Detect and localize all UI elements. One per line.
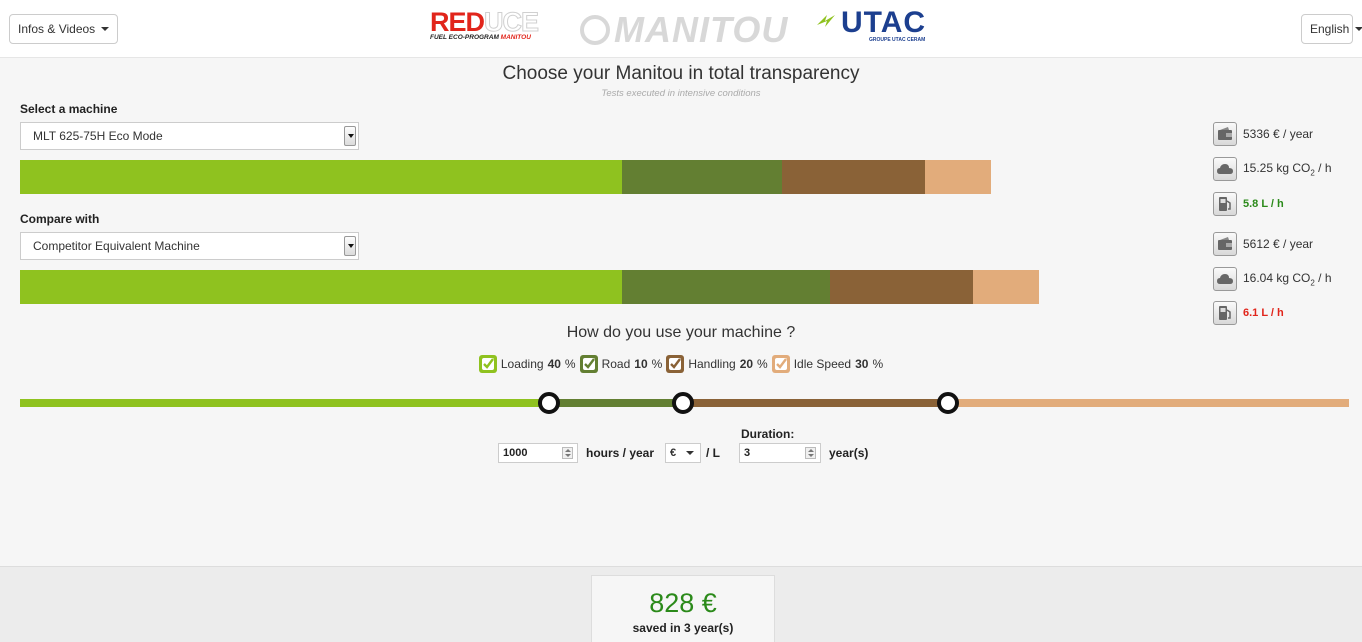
slider-handle-3[interactable]	[937, 392, 959, 414]
slider-handle-1[interactable]	[538, 392, 560, 414]
bar-segment-loading	[20, 270, 622, 304]
cloud-icon	[1213, 267, 1237, 291]
usage-handling[interactable]: Handling 20 %	[666, 355, 768, 373]
savings-caption: saved in 3 year(s)	[632, 621, 734, 635]
savings-box: 828 € saved in 3 year(s)	[591, 575, 775, 642]
manitou-logo: MANITOU	[580, 10, 788, 50]
usage-title: How do you use your machine ?	[566, 324, 796, 341]
fuel-pump-icon	[1213, 192, 1237, 216]
slider-segment-loading	[20, 399, 549, 407]
top-bar: Infos & Videos REDUCE FUEL ECO-PROGRAM M…	[0, 0, 1362, 58]
main-panel: Choose your Manitou in total transparenc…	[0, 58, 1362, 566]
spinner-icon[interactable]	[562, 447, 573, 459]
compare-cost-stat: 5612 € / year	[1213, 232, 1313, 256]
checkbox-checked-icon[interactable]	[666, 355, 685, 373]
machine-consumption-bar	[20, 160, 991, 194]
machine-co2-stat: 15.25 kg CO2 / h	[1213, 157, 1332, 181]
spinner-icon[interactable]	[805, 447, 816, 459]
duration-unit: year(s)	[829, 446, 869, 460]
savings-amount: 828 €	[649, 588, 717, 618]
bar-segment-idle-speed	[925, 160, 991, 194]
hours-label: hours / year	[586, 446, 655, 460]
bar-segment-road	[622, 160, 782, 194]
currency-select[interactable]: €	[665, 443, 701, 463]
machine-fuel-stat: 5.8 L / h	[1213, 192, 1284, 216]
duration-input[interactable]: 3	[739, 443, 821, 463]
select-arrow-icon	[344, 126, 356, 146]
infos-videos-label: Infos & Videos	[18, 22, 96, 36]
caret-down-icon	[686, 451, 695, 455]
checkbox-checked-icon[interactable]	[579, 355, 598, 373]
usage-idle-speed[interactable]: Idle Speed 30 %	[771, 355, 883, 373]
compare-select[interactable]: Competitor Equivalent Machine	[20, 232, 359, 260]
caret-down-icon	[1355, 27, 1362, 31]
wallet-icon	[1213, 232, 1237, 256]
usage-road[interactable]: Road 10 %	[579, 355, 662, 373]
language-dropdown[interactable]: English	[1301, 14, 1362, 44]
slider-segment-road	[549, 399, 683, 407]
page-subtitle: Tests executed in intensive conditions	[601, 88, 761, 99]
usage-legend: Loading 40 % Road 10 % Handling 20 % Idle S…	[0, 355, 1362, 373]
fuel-pump-icon	[1213, 301, 1237, 325]
duration-label: Duration:	[741, 427, 795, 441]
machine-cost-stat: 5336 € / year	[1213, 122, 1313, 146]
slider-segment-handling	[683, 399, 948, 407]
machine-select[interactable]: MLT 625-75H Eco Mode	[20, 122, 359, 150]
per-liter-label: / L	[706, 446, 720, 460]
caret-down-icon	[101, 27, 110, 31]
compare-with-label: Compare with	[20, 212, 100, 226]
page-title: Choose your Manitou in total transparenc…	[502, 63, 860, 84]
bar-segment-idle-speed	[973, 270, 1039, 304]
bar-segment-handling	[782, 160, 925, 194]
compare-fuel-stat: 6.1 L / h	[1213, 301, 1284, 325]
cloud-icon	[1213, 157, 1237, 181]
reduce-logo: REDUCE FUEL ECO-PROGRAM MANITOU	[430, 7, 540, 42]
compare-consumption-bar	[20, 270, 1039, 304]
slider-handle-2[interactable]	[672, 392, 694, 414]
bar-segment-road	[622, 270, 830, 304]
checkbox-checked-icon[interactable]	[771, 355, 790, 373]
select-machine-label: Select a machine	[20, 102, 118, 116]
footer: 828 € saved in 3 year(s)	[0, 566, 1362, 642]
usage-loading[interactable]: Loading 40 %	[478, 355, 576, 373]
utac-logo: UTAC GROUPE UTAC CERAM	[815, 8, 926, 43]
bar-segment-loading	[20, 160, 622, 194]
checkbox-checked-icon[interactable]	[478, 355, 497, 373]
hours-input[interactable]: 1000	[498, 443, 578, 463]
bar-segment-handling	[830, 270, 973, 304]
language-label: English	[1310, 22, 1350, 36]
select-arrow-icon	[344, 236, 356, 256]
wallet-icon	[1213, 122, 1237, 146]
infos-videos-dropdown[interactable]: Infos & Videos	[9, 14, 119, 44]
slider-segment-idle	[948, 399, 1349, 407]
compare-co2-stat: 16.04 kg CO2 / h	[1213, 267, 1332, 291]
